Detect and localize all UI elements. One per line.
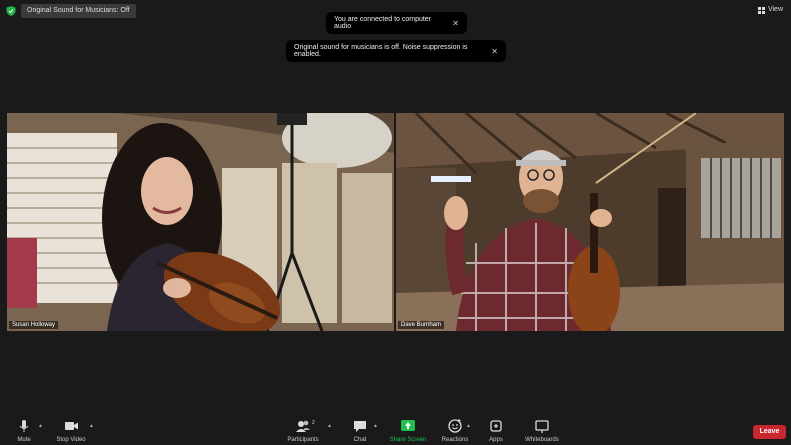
apps-button[interactable]: Apps bbox=[486, 414, 506, 445]
chevron-up-icon[interactable]: ▲ bbox=[89, 423, 94, 429]
stop-video-button[interactable]: Stop Video bbox=[54, 414, 88, 445]
toast-text: Original sound for musicians is off. Noi… bbox=[294, 44, 468, 58]
stop-video-label: Stop Video bbox=[56, 437, 86, 443]
reactions-icon bbox=[448, 419, 462, 433]
participant-name-label: Dave Burnham bbox=[398, 321, 445, 329]
whiteboard-icon bbox=[535, 420, 549, 433]
apps-icon bbox=[490, 420, 502, 432]
participants-button[interactable]: Participants bbox=[285, 414, 321, 445]
chevron-up-icon[interactable]: ▲ bbox=[327, 423, 332, 429]
reactions-button[interactable]: Reactions bbox=[440, 414, 470, 445]
participant-name-label: Susan Holloway bbox=[9, 321, 59, 329]
toast-text: You are connected to computer audio bbox=[334, 16, 432, 30]
chevron-up-icon[interactable]: ▲ bbox=[466, 423, 471, 429]
chat-label: Chat bbox=[353, 437, 367, 443]
view-grid-icon bbox=[757, 6, 765, 14]
chevron-up-icon[interactable]: ▲ bbox=[373, 423, 378, 429]
close-icon[interactable]: ✕ bbox=[491, 47, 498, 56]
participants-label: Participants bbox=[287, 437, 319, 443]
toast-original-sound: Original sound for musicians is off. Noi… bbox=[286, 40, 506, 62]
video-feed-image bbox=[396, 113, 784, 331]
share-screen-button[interactable]: Share Screen bbox=[389, 414, 427, 445]
view-label: View bbox=[767, 6, 783, 13]
share-screen-icon bbox=[401, 420, 415, 431]
video-tile-susan-holloway[interactable]: Susan Holloway bbox=[7, 113, 394, 331]
close-icon[interactable]: ✕ bbox=[452, 19, 459, 28]
whiteboards-label: Whiteboards bbox=[525, 437, 559, 443]
view-button[interactable]: View bbox=[757, 4, 783, 16]
share-screen-label: Share Screen bbox=[389, 437, 427, 443]
video-tile-dave-burnham[interactable]: Dave Burnham bbox=[396, 113, 784, 331]
whiteboards-button[interactable]: Whiteboards bbox=[522, 414, 562, 445]
participants-icon bbox=[296, 420, 310, 432]
video-feed-image bbox=[7, 113, 394, 331]
leave-button[interactable]: Leave bbox=[753, 425, 786, 439]
microphone-icon bbox=[19, 420, 29, 432]
participants-count: 2 bbox=[312, 420, 315, 426]
chevron-up-icon[interactable]: ▲ bbox=[38, 423, 43, 429]
chat-button[interactable]: Chat bbox=[349, 414, 371, 445]
original-sound-badge[interactable]: Original Sound for Musicians: Off bbox=[21, 4, 136, 18]
apps-label: Apps bbox=[489, 437, 503, 443]
mute-button[interactable]: Mute bbox=[12, 414, 36, 445]
shield-icon[interactable] bbox=[6, 6, 16, 16]
camera-icon bbox=[65, 422, 78, 430]
meeting-toolbar: Mute ▲ Stop Video ▲ Participants 2 ▲ Cha… bbox=[0, 414, 791, 445]
chat-icon bbox=[354, 421, 366, 432]
reactions-label: Reactions bbox=[441, 437, 469, 443]
mute-label: Mute bbox=[17, 437, 31, 443]
toast-audio-connected: You are connected to computer audio ✕ bbox=[326, 12, 467, 34]
